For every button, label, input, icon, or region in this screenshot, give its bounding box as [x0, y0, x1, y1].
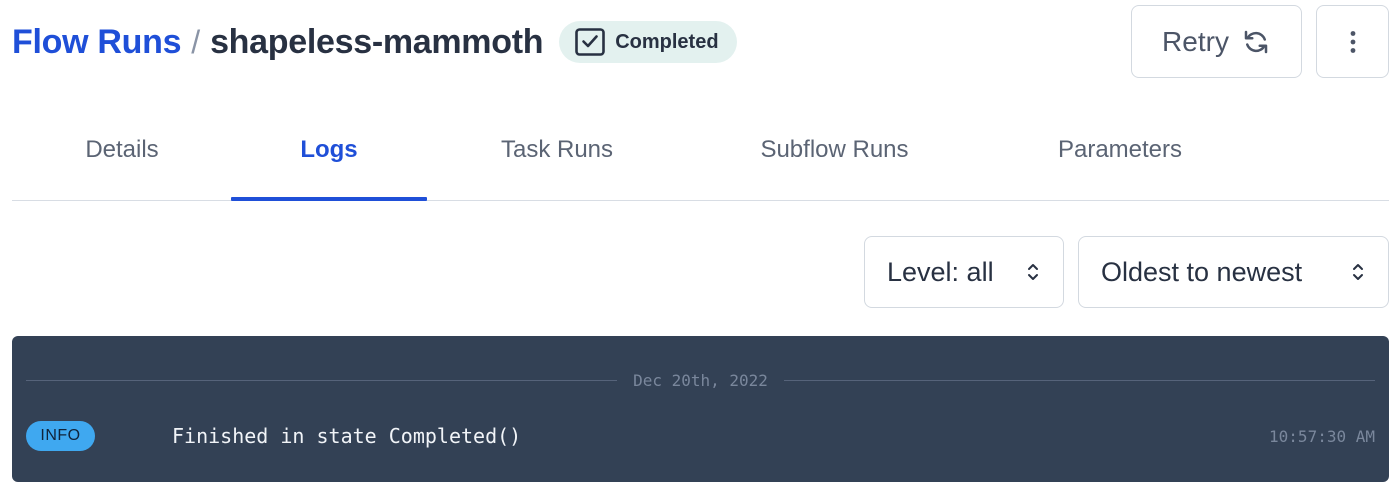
refresh-icon	[1241, 27, 1271, 57]
divider-line	[783, 379, 1376, 381]
chevron-up-down-icon	[1025, 261, 1041, 283]
level-filter-select[interactable]: Level: all	[864, 236, 1064, 308]
log-panel: Dec 20th, 2022 INFO Finished in state Co…	[12, 336, 1389, 482]
sort-order-value: Oldest to newest	[1101, 256, 1303, 287]
tab-bar: Details Logs Task Runs Subflow Runs Para…	[12, 100, 1389, 201]
log-message: Finished in state Completed()	[172, 424, 522, 448]
tab-logs[interactable]: Logs	[231, 100, 427, 201]
breadcrumb: Flow Runs / shapeless-mammoth Completed	[12, 21, 737, 63]
tab-task-runs[interactable]: Task Runs	[462, 100, 652, 200]
log-timestamp: 10:57:30 AM	[1269, 426, 1375, 446]
chevron-up-down-icon	[1350, 261, 1366, 283]
breadcrumb-flow-runs-link[interactable]: Flow Runs	[12, 23, 181, 62]
more-vertical-icon	[1349, 30, 1357, 54]
log-entry: INFO Finished in state Completed() 10:57…	[26, 420, 1375, 452]
more-actions-button[interactable]	[1316, 5, 1389, 78]
tab-subflow-runs[interactable]: Subflow Runs	[722, 100, 947, 200]
page-header: Flow Runs / shapeless-mammoth Completed …	[0, 0, 1400, 90]
tab-details[interactable]: Details	[32, 100, 212, 200]
state-badge: Completed	[559, 21, 737, 63]
tab-parameters[interactable]: Parameters	[1022, 100, 1218, 200]
log-date: Dec 20th, 2022	[633, 370, 768, 390]
breadcrumb-separator: /	[191, 23, 201, 60]
sort-order-select[interactable]: Oldest to newest	[1078, 236, 1389, 308]
log-level-badge: INFO	[26, 421, 95, 451]
state-badge-label: Completed	[615, 30, 719, 53]
level-filter-value: Level: all	[887, 256, 994, 287]
divider-line	[26, 379, 618, 381]
retry-button-label: Retry	[1162, 25, 1229, 57]
page-title: shapeless-mammoth	[210, 22, 544, 61]
check-square-icon	[575, 28, 606, 56]
retry-button[interactable]: Retry	[1131, 5, 1302, 78]
log-date-divider: Dec 20th, 2022	[26, 368, 1376, 392]
